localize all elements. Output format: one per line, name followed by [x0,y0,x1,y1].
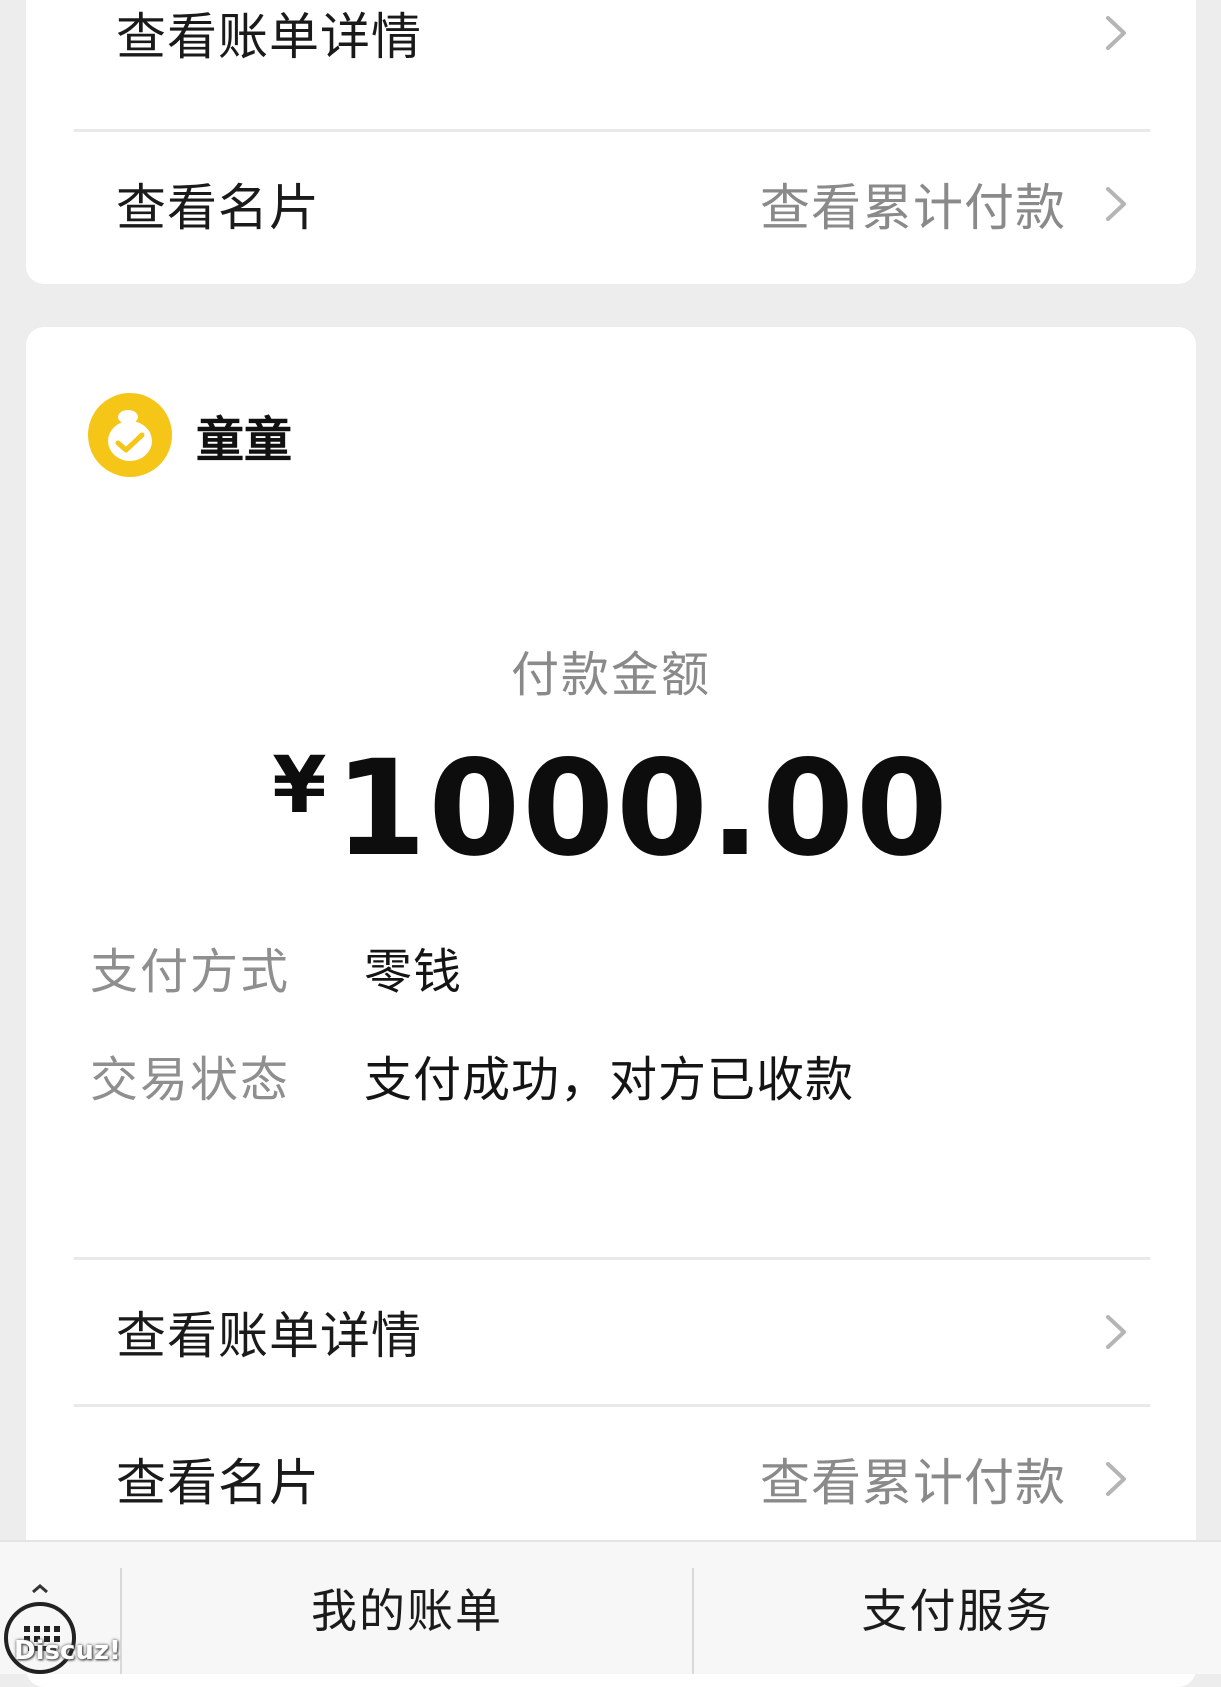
payment-method-value: 零钱 [364,944,463,1000]
business-card-label: 查看名片 [116,1453,320,1512]
bill-details-label: 查看账单详情 [116,8,422,66]
chevron-right-icon [1106,16,1126,50]
amount-value: 1000.00 [334,732,950,886]
business-card-row[interactable]: 查看名片 查看累计付款 [74,1404,1150,1550]
bill-details-label: 查看账单详情 [116,1306,422,1365]
amount-label: 付款金额 [510,647,711,703]
bill-details-row[interactable]: 查看账单详情 [74,0,1150,106]
chevron-right-icon [1106,186,1126,221]
business-card-label: 查看名片 [116,178,320,237]
cumulative-payment-link[interactable]: 查看累计付款 [760,132,1066,275]
watermark: Discuz! [14,1636,121,1666]
tab-payment-services[interactable]: 支付服务 [694,1542,1221,1674]
cumulative-payment-link[interactable]: 查看累计付款 [760,1407,1066,1550]
payment-card: 童童 付款金额 ¥1000.00 支付方式 零钱 交易状态 支付成功，对方已收款… [26,327,1196,1687]
chevron-right-icon [1106,1461,1126,1496]
payment-method-label: 支付方式 [90,944,291,1000]
payee-name: 童童 [196,412,293,468]
business-card-row[interactable]: 查看名片 查看累计付款 [74,129,1150,275]
bill-details-row[interactable]: 查看账单详情 [74,1257,1150,1403]
transaction-status-value: 支付成功，对方已收款 [364,1052,855,1108]
top-card: 查看账单详情 查看名片 查看累计付款 [26,0,1196,284]
bottom-tab-bar: 我的账单 支付服务 Discuz! [0,1540,1221,1674]
payment-amount: ¥1000.00 [26,732,1196,886]
transaction-status-label: 交易状态 [90,1052,291,1108]
currency-symbol: ¥ [272,741,327,831]
tab-my-bills[interactable]: 我的账单 [122,1542,692,1674]
chevron-right-icon [1106,1314,1126,1349]
payee-avatar-icon [88,393,172,477]
